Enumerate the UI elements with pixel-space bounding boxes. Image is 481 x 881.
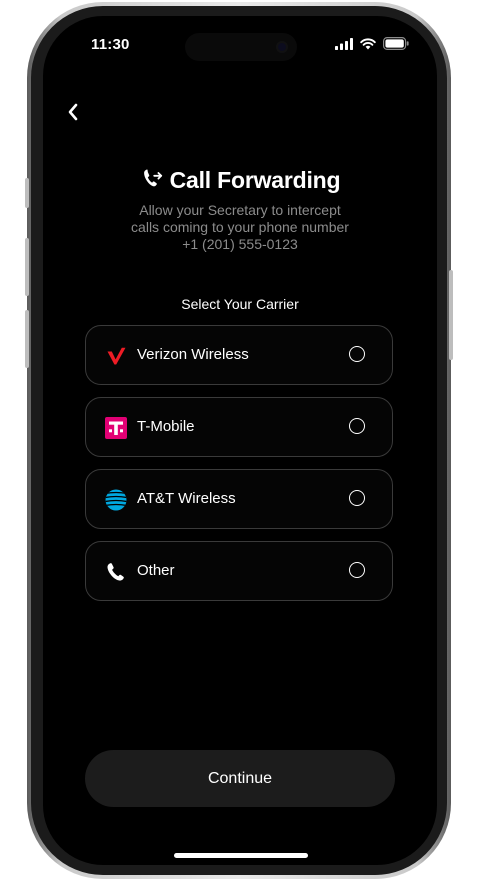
- carrier-radio[interactable]: [349, 418, 365, 434]
- select-carrier-label: Select Your Carrier: [181, 296, 299, 312]
- phone-screen: 11:30 Call Forwarding Allow your Secreta…: [43, 16, 437, 865]
- carrier-label: Verizon Wireless: [137, 346, 249, 363]
- wifi-icon: [360, 37, 376, 55]
- carrier-radio[interactable]: [349, 346, 365, 362]
- verizon-logo-icon: [104, 344, 128, 368]
- home-indicator[interactable]: [174, 853, 308, 858]
- carrier-radio[interactable]: [349, 490, 365, 506]
- phone-number: +1 (201) 555-0123: [182, 236, 298, 252]
- volume-up-button: [25, 238, 29, 296]
- power-button: [449, 270, 453, 360]
- carrier-option-verizon[interactable]: Verizon Wireless: [85, 325, 393, 385]
- cellular-signal-icon: [335, 37, 353, 55]
- carrier-label: AT&T Wireless: [137, 490, 236, 507]
- t-mobile-logo-icon: [104, 416, 128, 440]
- carrier-label: T-Mobile: [137, 418, 195, 435]
- page-header: Call Forwarding: [43, 166, 437, 195]
- phone-icon: [104, 560, 128, 584]
- page-title: Call Forwarding: [169, 167, 341, 193]
- chevron-left-icon: [67, 103, 79, 126]
- subtitle-line: calls coming to your phone number: [131, 219, 349, 235]
- subtitle-line: Allow your Secretary to intercept: [139, 202, 341, 218]
- call-forward-icon: [140, 166, 164, 195]
- status-icons: [335, 37, 409, 55]
- volume-down-button: [25, 310, 29, 368]
- carrier-option-t-mobile[interactable]: T-Mobile: [85, 397, 393, 457]
- action-button: [25, 178, 29, 208]
- att-logo-icon: [104, 488, 128, 512]
- battery-icon: [383, 37, 409, 55]
- carrier-label: Other: [137, 562, 175, 579]
- continue-button[interactable]: Continue: [85, 750, 395, 807]
- page-subtitle: Allow your Secretary to intercept calls …: [83, 202, 397, 253]
- back-button[interactable]: [61, 102, 85, 126]
- camera-icon: [276, 41, 288, 53]
- status-time: 11:30: [91, 36, 130, 53]
- carrier-option-other[interactable]: Other: [85, 541, 393, 601]
- carrier-radio[interactable]: [349, 562, 365, 578]
- carrier-option-att[interactable]: AT&T Wireless: [85, 469, 393, 529]
